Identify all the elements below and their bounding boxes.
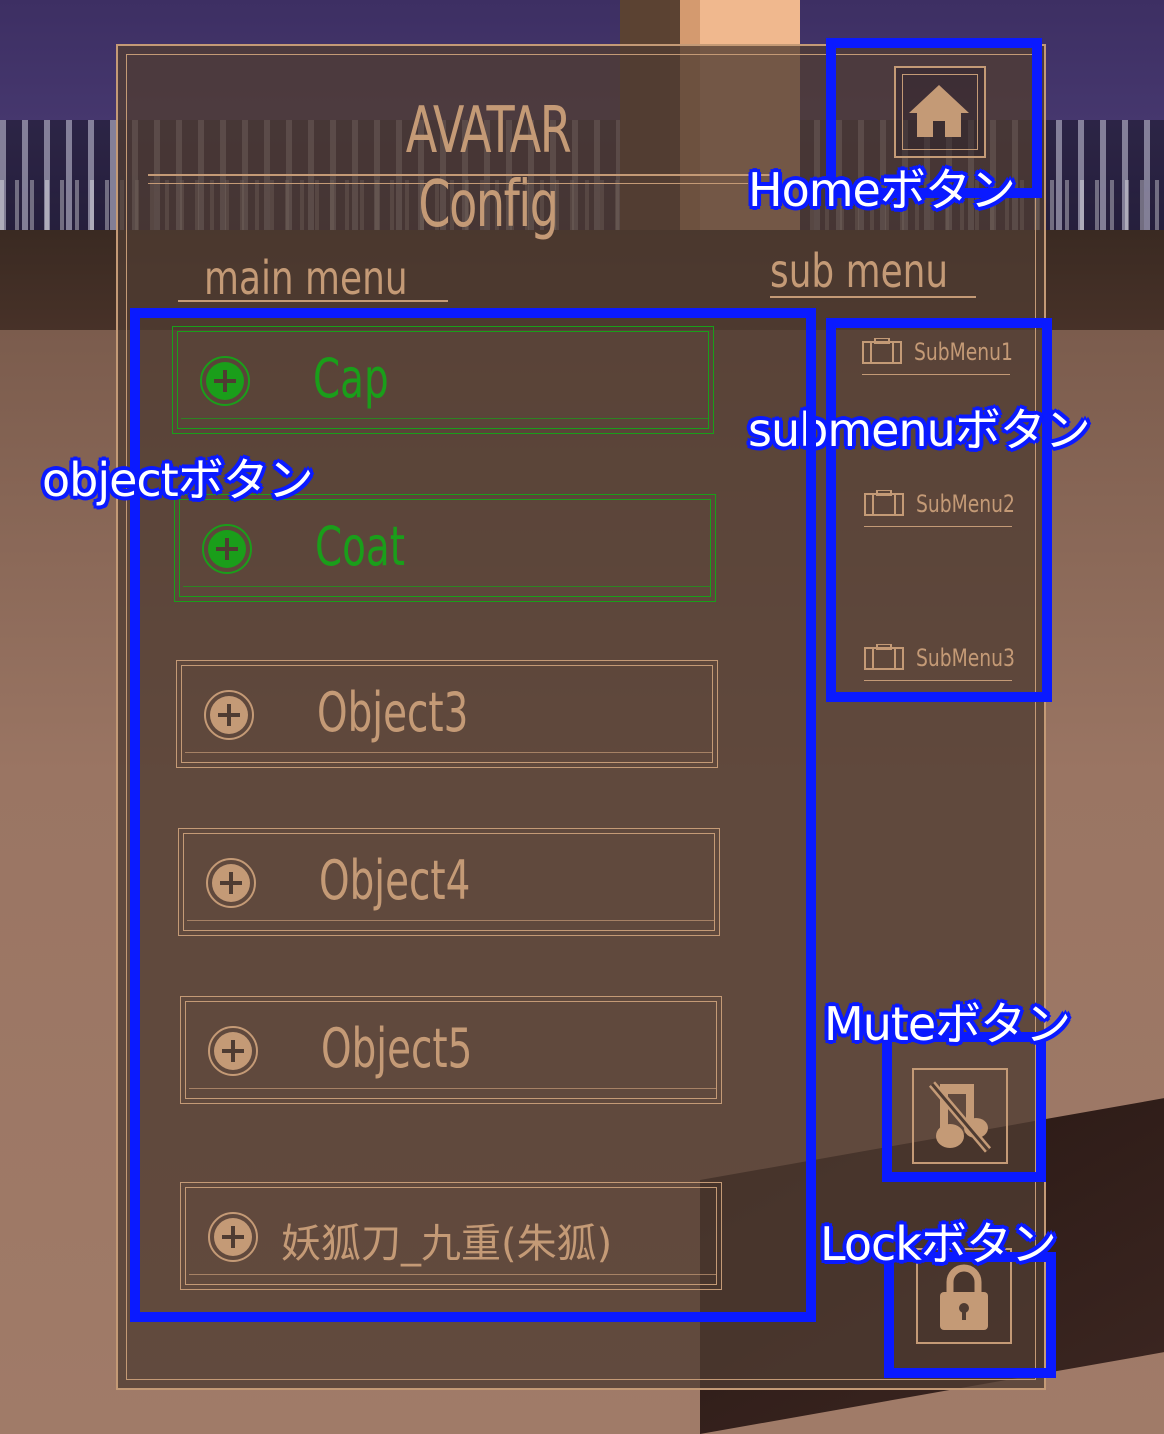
object-annotation-label: objectボタン (42, 453, 314, 507)
panel-title: AVATAR Config (405, 94, 572, 242)
mute-annotation-label: Muteボタン (824, 997, 1071, 1051)
mute-annotation-box (882, 1032, 1046, 1182)
submenu-annotation-box (826, 318, 1052, 702)
sub-menu-underline (770, 296, 976, 298)
main-menu-heading: main menu (204, 251, 408, 305)
title-underline (148, 174, 778, 176)
title-underline-2 (148, 183, 748, 184)
main-menu-underline (178, 300, 448, 302)
home-annotation-label: Homeボタン (748, 163, 1016, 217)
sub-menu-heading: sub menu (770, 244, 949, 298)
lock-annotation-label: Lockボタン (820, 1217, 1057, 1271)
